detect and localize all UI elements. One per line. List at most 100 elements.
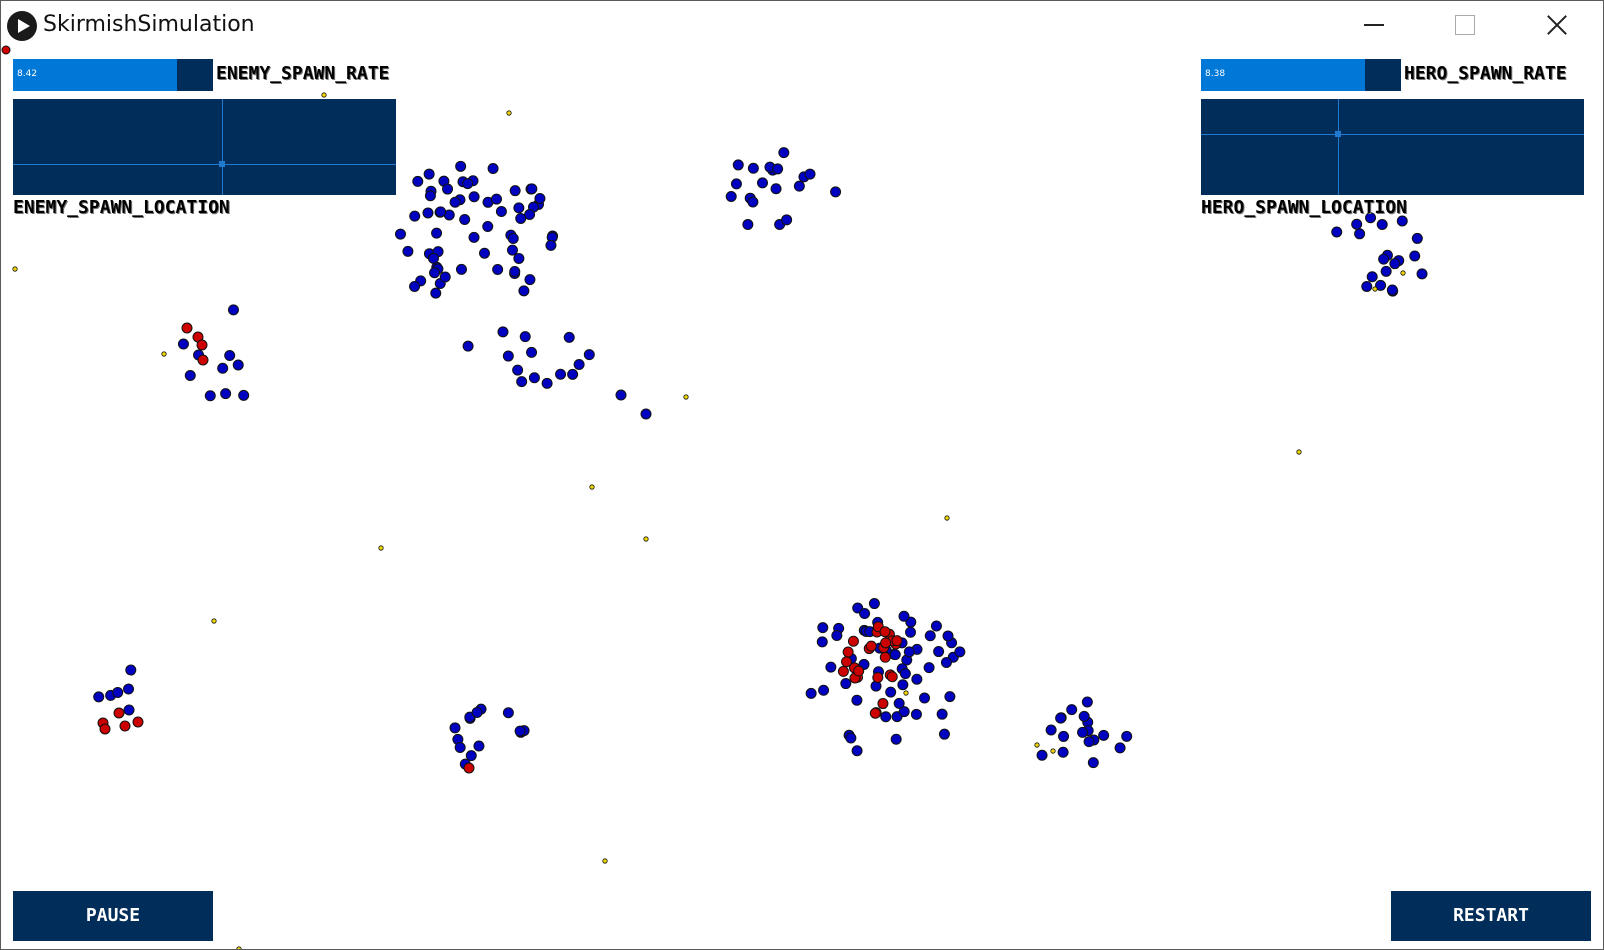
enemy-unit — [853, 665, 865, 677]
hero-unit — [1354, 228, 1366, 240]
enemy-unit — [877, 698, 889, 710]
hero-spawn-rate-slider[interactable]: 8.38 — [1201, 59, 1401, 91]
food-pellet — [506, 110, 512, 116]
hero-unit — [502, 350, 514, 362]
hero-unit — [1045, 724, 1057, 736]
enemy-spawn-location-pad[interactable] — [13, 99, 396, 195]
hero-unit — [747, 196, 759, 208]
hero-unit — [112, 686, 124, 698]
hero-unit — [1083, 736, 1095, 748]
hero-unit — [555, 368, 567, 380]
hero-unit — [818, 684, 830, 696]
hero-unit — [534, 192, 546, 204]
enemy-unit — [463, 762, 475, 774]
hero-unit — [1386, 284, 1398, 296]
food-pellet — [683, 394, 689, 400]
hero-pad-h-crosshair — [1201, 133, 1584, 135]
hero-unit — [772, 163, 784, 175]
hero-unit — [512, 364, 524, 376]
hero-unit — [519, 331, 531, 343]
hero-pad-v-crosshair — [1337, 99, 1339, 195]
hero-unit — [942, 630, 954, 642]
restart-button[interactable]: RESTART — [1391, 891, 1591, 941]
enemy-unit — [837, 665, 849, 677]
hero-unit — [930, 620, 942, 632]
hero-unit — [227, 304, 239, 316]
food-pellet — [903, 690, 909, 696]
food-pellet — [944, 515, 950, 521]
hero-unit — [513, 202, 525, 214]
hero-unit — [583, 349, 595, 361]
hero-unit — [954, 646, 966, 658]
hero-unit — [840, 678, 852, 690]
hero-unit — [923, 662, 935, 674]
enemy-unit — [119, 720, 131, 732]
enemy-spawn-rate-value: 8.42 — [17, 69, 38, 79]
hero-unit — [224, 349, 236, 361]
enemy-spawn-rate-slider[interactable]: 8.42 — [13, 59, 213, 91]
enemy-spawn-location-label: ENEMY_SPAWN_LOCATION — [13, 197, 230, 218]
hero-unit — [1078, 710, 1090, 722]
food-pellet — [643, 536, 649, 542]
hero-unit — [897, 679, 909, 691]
hero-unit — [899, 668, 911, 680]
hero-unit — [454, 741, 466, 753]
hero-unit — [905, 626, 917, 638]
hero-unit — [919, 692, 931, 704]
enemy-unit — [113, 707, 125, 719]
hero-unit — [442, 183, 454, 195]
hero-unit — [455, 160, 467, 172]
hero-unit — [911, 673, 923, 685]
hero-unit — [524, 274, 536, 286]
enemy-unit — [865, 640, 877, 652]
hero-unit — [487, 162, 499, 174]
hero-unit — [725, 191, 737, 203]
hero-unit — [851, 694, 863, 706]
hero-unit — [1416, 268, 1428, 280]
food-pellet — [378, 545, 384, 551]
enemy-unit — [869, 707, 881, 719]
food-pellet — [1372, 286, 1378, 292]
hero-unit — [868, 598, 880, 610]
hero-unit — [125, 664, 137, 676]
enemy-unit — [1, 45, 11, 55]
enemy-pad-handle[interactable] — [219, 161, 226, 168]
hero-spawn-rate-fill — [1201, 59, 1365, 91]
hero-unit — [455, 263, 467, 275]
hero-unit — [545, 239, 557, 251]
enemy-unit — [197, 354, 209, 366]
food-pellet — [211, 618, 217, 624]
food-pellet — [236, 946, 242, 949]
hero-unit — [825, 661, 837, 673]
hero-unit — [1351, 218, 1363, 230]
hero-unit — [880, 711, 892, 723]
hero-unit — [479, 247, 491, 259]
enemy-pad-h-crosshair — [13, 164, 396, 166]
enemy-unit — [132, 716, 144, 728]
hero-unit — [424, 190, 436, 202]
app-window: SkirmishSimulation 8.42 ENEMY_SPAWN_RATE… — [0, 0, 1604, 950]
hero-unit — [1361, 280, 1373, 292]
hero-unit — [506, 244, 518, 256]
hero-unit — [1087, 757, 1099, 769]
hero-unit — [936, 708, 948, 720]
hero-unit — [1066, 704, 1078, 716]
hero-unit — [465, 750, 477, 762]
hero-unit — [1055, 712, 1067, 724]
pause-button[interactable]: PAUSE — [13, 891, 213, 941]
hero-unit — [93, 691, 105, 703]
hero-unit — [513, 252, 525, 264]
hero-unit — [177, 338, 189, 350]
hero-spawn-location-pad[interactable] — [1201, 99, 1584, 195]
food-pellet — [1034, 742, 1040, 748]
enemy-unit — [99, 723, 111, 735]
hero-unit — [1409, 250, 1421, 262]
enemy-unit — [891, 635, 903, 647]
hero-unit — [898, 610, 910, 622]
hero-spawn-rate-label: HERO_SPAWN_RATE — [1404, 63, 1567, 84]
food-pellet — [1400, 270, 1406, 276]
hero-unit — [845, 732, 857, 744]
hero-pad-handle[interactable] — [1334, 130, 1341, 137]
food-pellet — [161, 351, 167, 357]
hero-unit — [439, 271, 451, 283]
